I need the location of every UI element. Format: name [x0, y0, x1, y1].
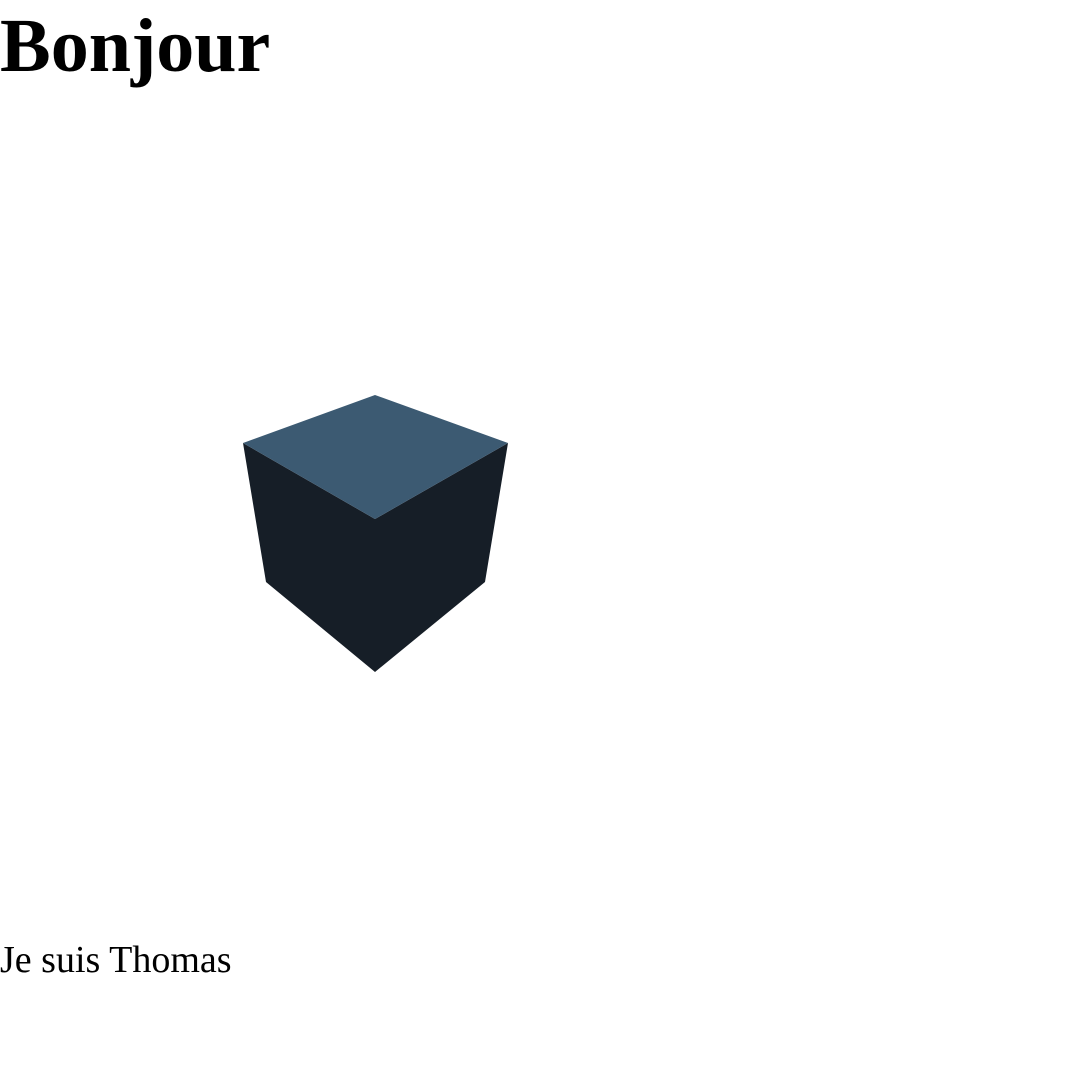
page-title: Bonjour	[0, 4, 271, 88]
3d-scene	[0, 0, 1080, 1080]
cube-canvas	[243, 395, 508, 672]
intro-text: Je suis Thomas	[0, 939, 232, 981]
cube-top-face	[243, 395, 508, 519]
cube-side-faces	[243, 443, 508, 672]
page: Bonjour Je suis Thomas	[0, 0, 1080, 1080]
cube	[243, 395, 508, 672]
